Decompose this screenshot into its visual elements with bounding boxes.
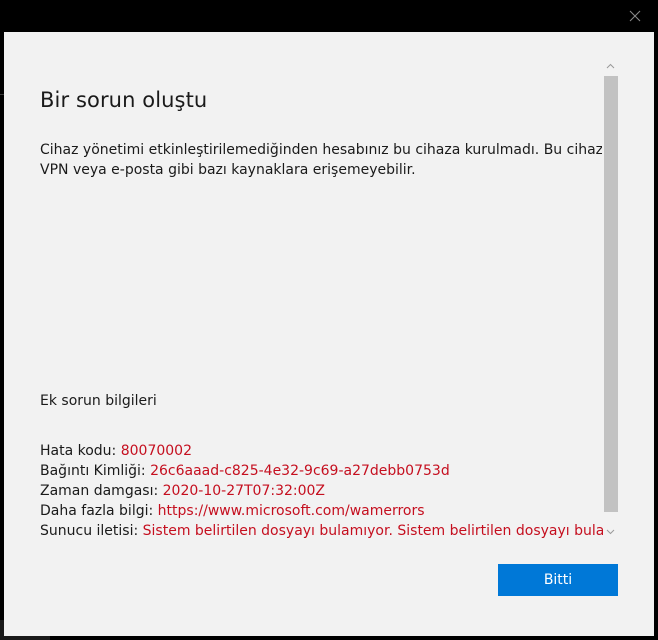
more-info-label: Daha fazla bilgi: [40,503,158,519]
server-message-value[interactable]: Sistem belirtilen dosyayı bulamıyor. Sis… [143,523,603,539]
chevron-up-icon [606,63,614,69]
server-message-row: Sunucu iletisi: Sistem belirtilen dosyay… [40,521,603,541]
vertical-scrollbar[interactable] [602,58,618,540]
correlation-id-label: Bağıntı Kimliği: [40,463,151,479]
error-code-label: Hata kodu: [40,443,121,459]
dialog-title: Bir sorun oluştu [40,88,208,112]
close-icon [629,10,641,22]
error-details: Hata kodu: 80070002 Bağıntı Kimliği: 26c… [40,441,603,541]
error-dialog: Bir sorun oluştu Cihaz yönetimi etkinleş… [4,32,654,636]
error-message: Cihaz yönetimi etkinleştirilemediğinden … [40,140,603,180]
more-info-link[interactable]: https://www.microsoft.com/wamerrors [158,503,425,519]
chevron-down-icon [606,529,614,535]
correlation-id-row: Bağıntı Kimliği: 26c6aaad-c825-4e32-9c69… [40,461,603,481]
timestamp-row: Zaman damgası: 2020-10-27T07:32:00Z [40,481,603,501]
error-code-value[interactable]: 80070002 [121,443,192,459]
scroll-track[interactable] [602,74,618,524]
additional-info-heading: Ek sorun bilgileri [40,393,157,409]
server-message-label: Sunucu iletisi: [40,523,143,539]
timestamp-label: Zaman damgası: [40,483,163,499]
correlation-id-value[interactable]: 26c6aaad-c825-4e32-9c69-a27debb0753d [150,463,450,479]
scroll-thumb[interactable] [604,76,618,512]
error-code-row: Hata kodu: 80070002 [40,441,603,461]
window-titlebar [0,0,658,32]
close-button[interactable] [612,0,658,32]
timestamp-value[interactable]: 2020-10-27T07:32:00Z [163,483,325,499]
error-message-line-2: VPN veya e-posta gibi bazı kaynaklara er… [40,162,416,178]
more-info-row: Daha fazla bilgi: https://www.microsoft.… [40,501,603,521]
dialog-content: Bir sorun oluştu Cihaz yönetimi etkinleş… [40,32,603,542]
scroll-down-button[interactable] [602,524,618,540]
done-button[interactable]: Bitti [498,564,618,596]
scroll-up-button[interactable] [602,58,618,74]
error-message-line-1: Cihaz yönetimi etkinleştirilemediğinden … [40,142,603,158]
